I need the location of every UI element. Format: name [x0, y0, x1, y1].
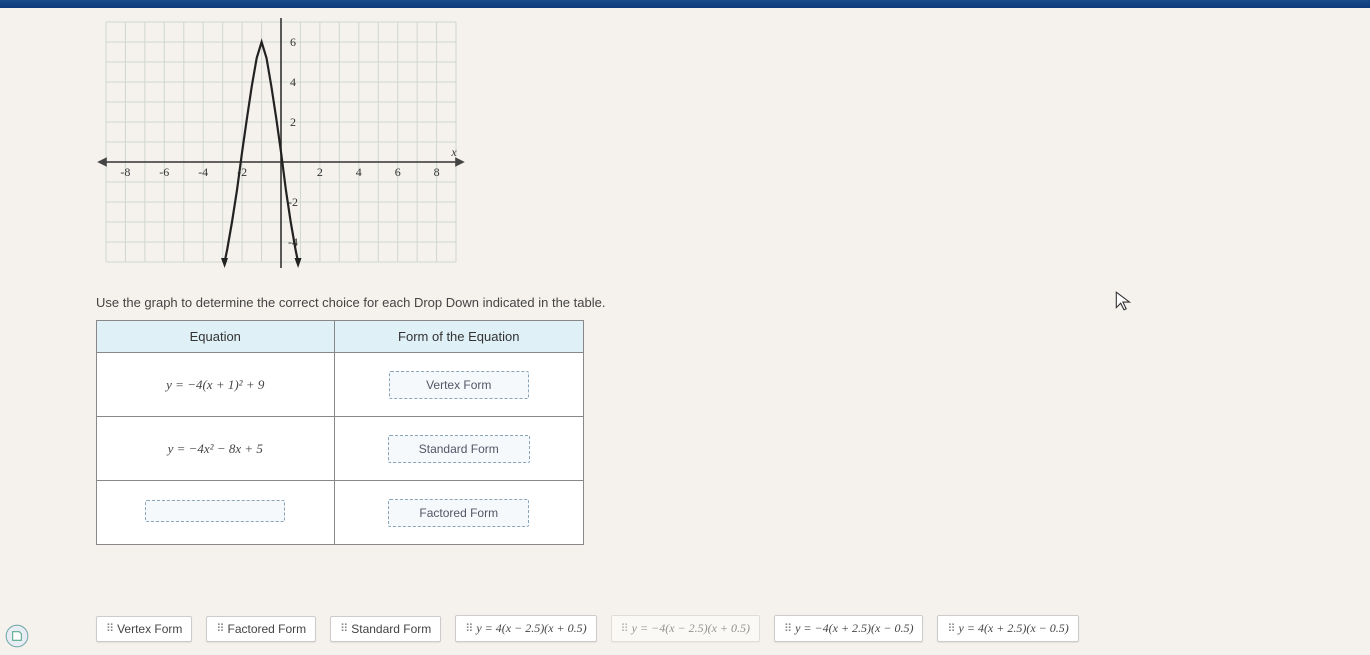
form-drop-target[interactable]: Vertex Form — [389, 371, 529, 399]
ytick: 4 — [290, 75, 296, 89]
graph-svg: -8 -6 -4 -2 2 4 6 8 -4 -2 2 4 6 x — [96, 12, 466, 277]
xtick: 8 — [434, 165, 440, 179]
xtick: -6 — [159, 165, 169, 179]
xtick: -8 — [120, 165, 130, 179]
table-row: y = −4(x + 1)² + 9 Vertex Form — [97, 353, 584, 417]
equation-cell: y = −4x² − 8x + 5 — [168, 441, 263, 456]
answer-tile[interactable]: ⠿ Standard Form — [330, 616, 441, 642]
xtick: -4 — [198, 165, 208, 179]
grip-icon: ⠿ — [465, 622, 472, 635]
grip-icon: ⠿ — [216, 622, 223, 635]
tile-label: Factored Form — [227, 622, 306, 636]
table-row: y = −4x² − 8x + 5 Standard Form — [97, 417, 584, 481]
tile-label: y = 4(x − 2.5)(x + 0.5) — [476, 621, 586, 636]
answer-tile[interactable]: ⠿ y = 4(x + 2.5)(x − 0.5) — [937, 615, 1078, 642]
answer-tile[interactable]: ⠿ Factored Form — [206, 616, 316, 642]
answer-tile[interactable]: ⠿ y = −4(x + 2.5)(x − 0.5) — [774, 615, 923, 642]
page-corner-icon — [4, 623, 30, 649]
answer-tile[interactable]: ⠿ y = −4(x − 2.5)(x + 0.5) — [611, 615, 760, 642]
equation-table: Equation Form of the Equation y = −4(x +… — [96, 320, 584, 545]
grip-icon: ⠿ — [947, 622, 954, 635]
grip-icon: ⠿ — [106, 622, 113, 635]
th-equation: Equation — [97, 321, 335, 353]
xtick: 2 — [317, 165, 323, 179]
answer-tile[interactable]: ⠿ y = 4(x − 2.5)(x + 0.5) — [455, 615, 596, 642]
table-row: Factored Form — [97, 481, 584, 545]
answer-tile[interactable]: ⠿ Vertex Form — [96, 616, 192, 642]
tile-label: y = −4(x + 2.5)(x − 0.5) — [795, 621, 913, 636]
curve-arrow-left — [221, 258, 228, 268]
x-axis-label: x — [450, 145, 457, 159]
instruction-text: Use the graph to determine the correct c… — [96, 295, 1274, 310]
form-drop-target[interactable]: Standard Form — [388, 435, 530, 463]
ytick: 2 — [290, 115, 296, 129]
xtick: 6 — [395, 165, 401, 179]
answer-tile-tray: ⠿ Vertex Form ⠿ Factored Form ⠿ Standard Fo… — [96, 615, 1079, 642]
graph-panel: -8 -6 -4 -2 2 4 6 8 -4 -2 2 4 6 x — [96, 12, 466, 277]
cursor-icon — [1113, 290, 1135, 312]
tile-label: y = −4(x − 2.5)(x + 0.5) — [632, 621, 750, 636]
grip-icon: ⠿ — [784, 622, 791, 635]
tile-label: y = 4(x + 2.5)(x − 0.5) — [959, 621, 1069, 636]
tile-label: Vertex Form — [117, 622, 182, 636]
grip-icon: ⠿ — [340, 622, 347, 635]
tile-label: Standard Form — [351, 622, 431, 636]
content-area: -8 -6 -4 -2 2 4 6 8 -4 -2 2 4 6 x Use th — [0, 8, 1370, 545]
th-form: Form of the Equation — [334, 321, 583, 353]
form-drop-target[interactable]: Factored Form — [388, 499, 529, 527]
equation-cell: y = −4(x + 1)² + 9 — [166, 377, 264, 392]
equation-drop-target[interactable] — [145, 500, 285, 522]
top-bar — [0, 0, 1370, 8]
grip-icon: ⠿ — [621, 622, 628, 635]
xtick: 4 — [356, 165, 362, 179]
curve-arrow-right — [295, 258, 302, 268]
ytick: 6 — [290, 35, 296, 49]
